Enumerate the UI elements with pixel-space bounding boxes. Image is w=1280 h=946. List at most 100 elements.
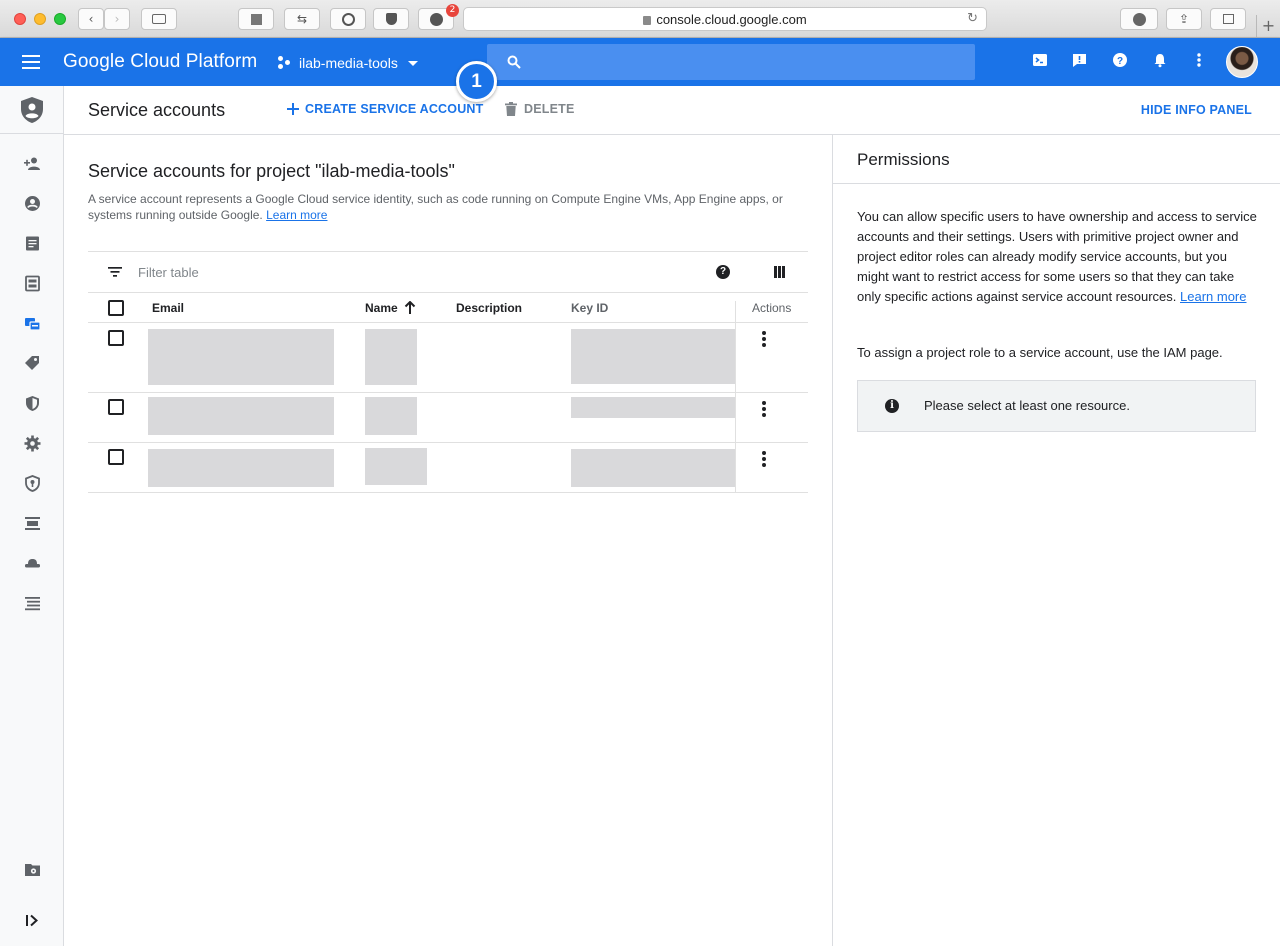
column-actions: Actions [752, 301, 792, 315]
feedback-icon[interactable] [1071, 52, 1088, 69]
project-selector[interactable]: ilab-media-tools [278, 55, 418, 71]
delete-label: DELETE [524, 102, 575, 116]
extension-button-1[interactable] [238, 8, 274, 30]
help-icon[interactable]: ? [1112, 52, 1128, 68]
column-description[interactable]: Description [456, 301, 522, 315]
tabs-overview-button[interactable] [1210, 8, 1246, 30]
info-panel-title: Permissions [857, 150, 950, 169]
section-heading: Service accounts for project "ilab-media… [88, 161, 455, 181]
more-vert-icon[interactable] [1196, 52, 1202, 68]
column-display-icon[interactable] [774, 266, 785, 278]
row-checkbox[interactable] [108, 449, 124, 465]
row-actions-menu-icon[interactable] [762, 331, 766, 349]
arrow-up-icon [404, 301, 415, 314]
privacy-shield-icon[interactable] [24, 475, 41, 492]
sidebar-icon [152, 14, 166, 24]
settings-gear-icon[interactable] [24, 435, 41, 452]
row-actions-menu-icon[interactable] [762, 451, 766, 469]
redacted-email [148, 449, 334, 487]
delete-button[interactable]: DELETE [505, 102, 575, 116]
address-bar[interactable]: console.cloud.google.com ↻ [463, 7, 987, 31]
section-description: A service account represents a Google Cl… [88, 192, 783, 222]
share-button[interactable]: ⇪ [1166, 8, 1202, 30]
learn-more-link[interactable]: Learn more [1180, 289, 1246, 304]
row-checkbox[interactable] [108, 330, 124, 346]
column-name[interactable]: Name [365, 301, 416, 315]
table-header: Email Name Description Key ID Actions [88, 293, 808, 331]
account-circle-icon[interactable] [24, 195, 41, 212]
permissions-description: You can allow specific users to have own… [857, 209, 1257, 304]
select-all-checkbox[interactable] [108, 300, 124, 316]
redacted-name [365, 329, 417, 385]
page-toolbar: Service accounts CREATE SERVICE ACCOUNT … [64, 86, 1280, 135]
table-row[interactable] [88, 443, 808, 493]
sidebar-toggle-button[interactable] [141, 8, 177, 30]
service-accounts-table: Filter table ? Email Name Description Ke… [88, 251, 808, 493]
row-checkbox[interactable] [108, 399, 124, 415]
project-icon [278, 56, 292, 70]
filter-table-input[interactable]: Filter table [138, 265, 199, 280]
minimize-window-button[interactable] [34, 13, 46, 25]
document-icon[interactable] [24, 235, 41, 252]
brand-title[interactable]: Google Cloud Platform [63, 51, 257, 73]
iam-hint: To assign a project role to a service ac… [857, 345, 1223, 360]
avatar[interactable] [1226, 46, 1258, 78]
table-row[interactable] [88, 393, 808, 443]
row-actions-menu-icon[interactable] [762, 401, 766, 419]
share-icon: ⇪ [1178, 12, 1190, 26]
menu-icon[interactable] [22, 55, 40, 69]
info-panel: Permissions You can allow specific users… [832, 135, 1280, 946]
puzzle-icon [429, 12, 443, 26]
ublock-button[interactable] [373, 8, 409, 30]
svg-text:?: ? [1117, 56, 1123, 67]
filter-list-icon[interactable] [108, 267, 122, 277]
service-accounts-icon[interactable] [24, 315, 41, 332]
column-key-id: Key ID [571, 301, 609, 315]
password-manager-button[interactable] [330, 8, 366, 30]
search-input[interactable] [487, 44, 975, 80]
column-email[interactable]: Email [152, 301, 184, 315]
left-nav-rail [0, 86, 64, 946]
cloud-shell-icon[interactable] [1032, 52, 1048, 68]
notifications-icon[interactable] [1152, 52, 1168, 68]
trash-icon [505, 102, 517, 116]
security-shield-icon[interactable] [24, 395, 41, 412]
label-tag-icon[interactable] [24, 355, 41, 372]
redacted-email [148, 329, 334, 385]
new-tab-button[interactable]: + [1256, 15, 1280, 38]
main-content: Service accounts for project "ilab-media… [64, 135, 832, 946]
notice-text: Please select at least one resource. [924, 398, 1130, 413]
browser-toolbar: ‹ › ⇆ 2 console.cloud.google.com ↻ ⇪ + [0, 0, 1280, 38]
create-service-account-label: CREATE SERVICE ACCOUNT [305, 102, 484, 116]
create-service-account-button[interactable]: CREATE SERVICE ACCOUNT [287, 102, 484, 116]
downloads-button[interactable] [1120, 8, 1158, 30]
lock-icon [643, 15, 652, 25]
roles-list-icon[interactable] [24, 515, 41, 532]
chevron-right-icon: › [114, 12, 120, 26]
plus-icon: + [1261, 16, 1276, 35]
chevron-left-icon: ‹ [88, 12, 94, 26]
identity-aware-icon[interactable] [24, 555, 41, 572]
manage-resources-icon[interactable] [24, 861, 41, 878]
zoom-window-button[interactable] [54, 13, 66, 25]
plus-icon [287, 103, 299, 115]
org-policies-icon[interactable] [24, 595, 41, 612]
iam-product-header [0, 86, 64, 134]
hide-info-panel-button[interactable]: HIDE INFO PANEL [1141, 103, 1252, 117]
forward-button[interactable]: › [104, 8, 130, 30]
audit-logs-icon[interactable] [24, 275, 41, 292]
search-icon [507, 55, 521, 69]
shield-icon [385, 13, 397, 25]
back-button[interactable]: ‹ [78, 8, 104, 30]
table-row[interactable] [88, 323, 808, 393]
learn-more-link[interactable]: Learn more [266, 208, 327, 222]
redacted-key-id [571, 449, 735, 487]
expand-rail-icon[interactable] [24, 912, 41, 929]
reload-icon[interactable]: ↻ [967, 11, 978, 26]
swap-icon: ⇆ [296, 12, 308, 26]
add-person-icon[interactable] [24, 155, 41, 172]
table-help-icon[interactable]: ? [716, 265, 730, 279]
extension-button-2[interactable]: ⇆ [284, 8, 320, 30]
close-window-button[interactable] [14, 13, 26, 25]
column-divider [735, 443, 736, 493]
